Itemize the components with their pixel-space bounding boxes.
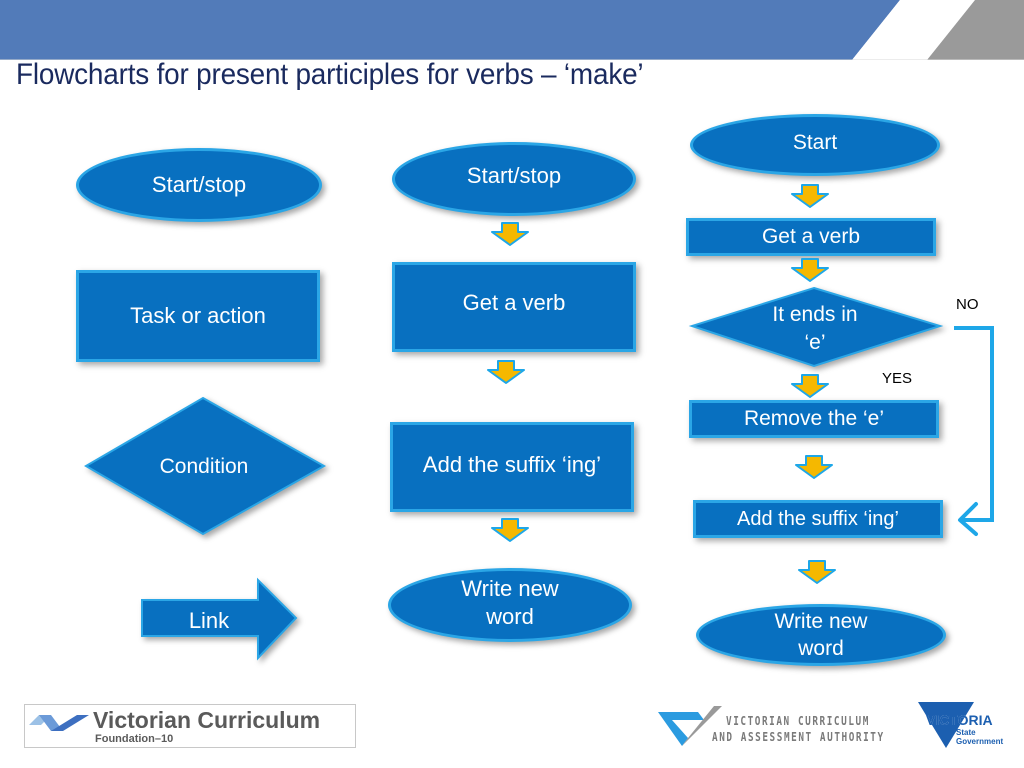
legend-task-label: Task or action — [130, 303, 266, 328]
make-add-suffix-label: Add the suffix ‘ing’ — [737, 508, 899, 530]
make-no-label: NO — [956, 296, 979, 313]
make-arrow-1 — [791, 184, 829, 208]
make-get-verb-label: Get a verb — [761, 225, 861, 248]
vcaa-line-1: VICTORIAN CURRICULUM — [726, 714, 870, 728]
general-start-label: Start/stop — [466, 163, 562, 188]
make-start-label: Start — [792, 131, 838, 154]
make-arrow-4 — [795, 455, 833, 479]
general-get-verb-label: Get a verb — [462, 290, 566, 315]
general-get-verb: Get a verb — [392, 262, 636, 352]
slide-title: Flowcharts for present participles for v… — [16, 58, 644, 91]
legend-task: Task or action — [76, 270, 320, 362]
general-arrow-3 — [491, 518, 529, 542]
vcaa-logo: VICTORIAN CURRICULUM AND ASSESSMENT AUTH… — [658, 702, 890, 748]
general-end: Write new word — [388, 568, 632, 642]
make-remove-e: Remove the ‘e’ — [689, 400, 939, 438]
general-end-label: Write new word — [461, 576, 559, 629]
make-end-label: Write new word — [774, 610, 868, 660]
banner-blue-band — [0, 0, 900, 60]
make-start: Start — [690, 114, 940, 176]
legend-link-label: Link — [188, 608, 230, 633]
make-yes-label: YES — [882, 370, 913, 387]
make-no-connector — [954, 326, 994, 536]
vc-chevron-icon — [29, 715, 89, 731]
make-get-verb: Get a verb — [686, 218, 936, 256]
victoria-sub-1: State — [956, 728, 976, 737]
legend-start-stop-label: Start/stop — [151, 172, 247, 197]
victoria-sub-2: Government — [956, 737, 1004, 746]
make-arrow-5 — [798, 560, 836, 584]
make-end: Write new word — [696, 604, 946, 666]
vc-subtitle: Foundation–10 — [95, 733, 174, 745]
header-banner — [0, 0, 1024, 60]
legend-condition-label: Condition — [159, 455, 249, 478]
vcaa-line-2: AND ASSESSMENT AUTHORITY — [712, 730, 885, 744]
vc-title: Victorian Curriculum — [93, 707, 321, 733]
general-arrow-1 — [491, 222, 529, 246]
legend-start-stop: Start/stop — [76, 148, 322, 222]
make-remove-e-label: Remove the ‘e’ — [743, 407, 885, 430]
general-start: Start/stop — [392, 142, 636, 216]
make-arrow-2 — [791, 258, 829, 282]
make-decision-label: It ends in ‘e’ — [772, 303, 858, 354]
make-add-suffix: Add the suffix ‘ing’ — [693, 500, 943, 538]
victoria-name: VICTORIA — [926, 712, 993, 728]
make-arrow-3 — [791, 374, 829, 398]
general-add-suffix-label: Add the suffix ‘ing’ — [422, 452, 602, 477]
victorian-curriculum-logo: Victorian Curriculum Foundation–10 — [24, 704, 356, 748]
victoria-state-government-logo: VICTORIA State Government — [916, 700, 1006, 750]
general-add-suffix: Add the suffix ‘ing’ — [390, 422, 634, 512]
general-arrow-2 — [487, 360, 525, 384]
